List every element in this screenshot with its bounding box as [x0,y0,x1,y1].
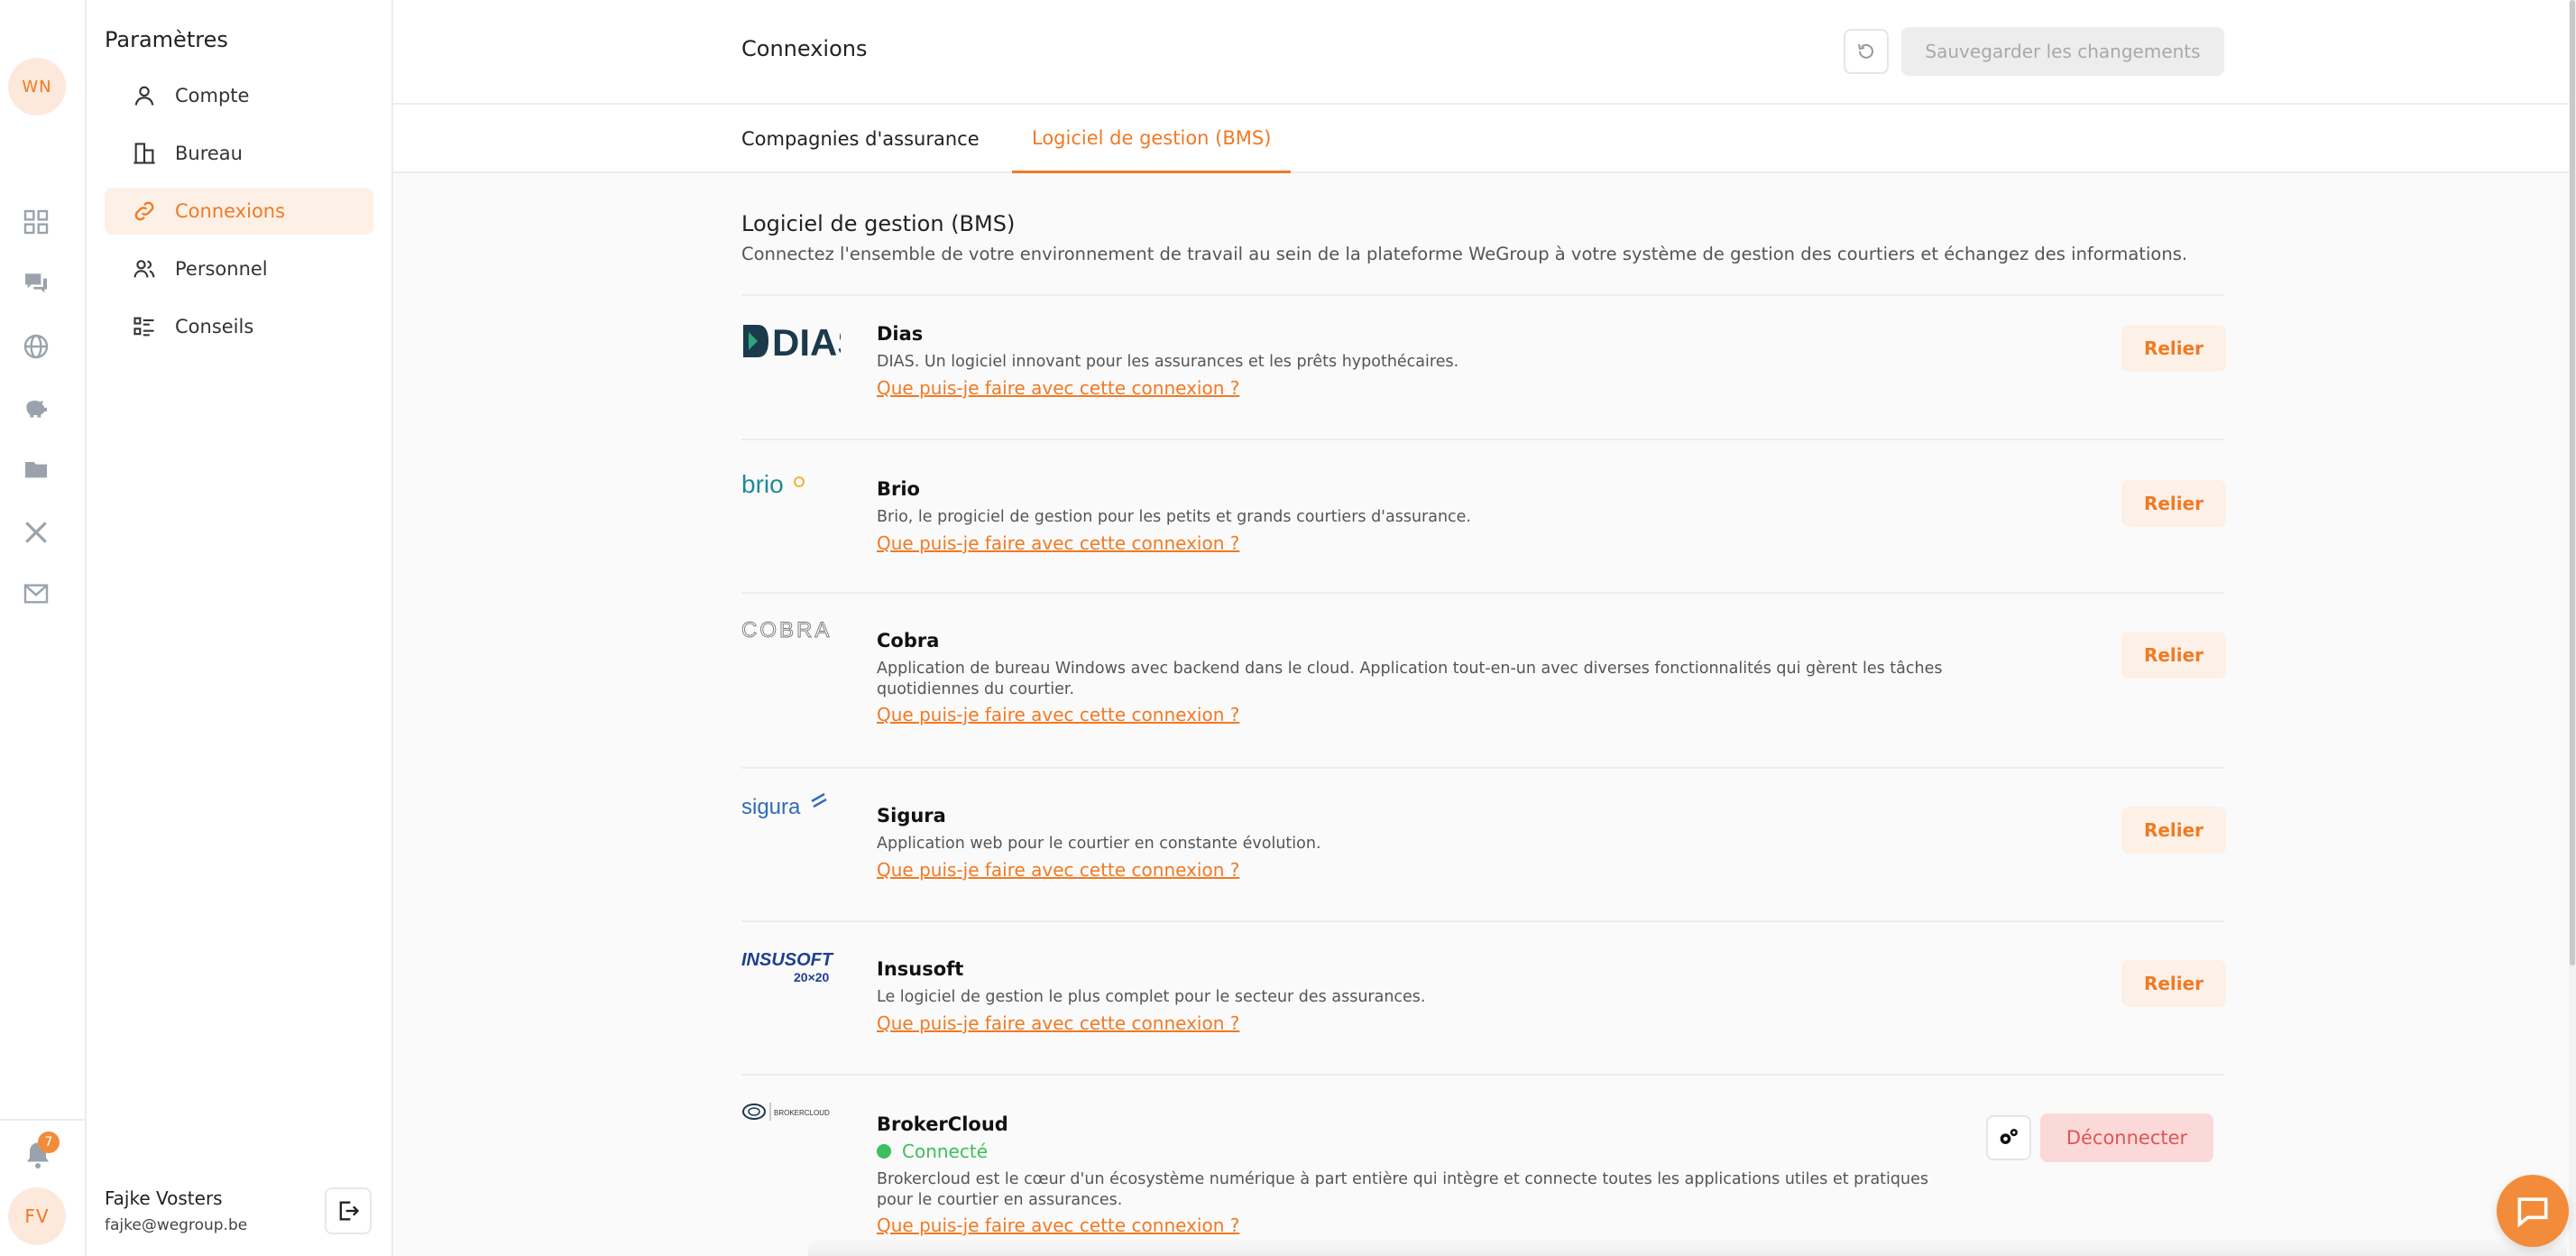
integration-row-dias: DIAS Dias DIAS. Un logiciel innovant pou… [741,294,2226,399]
sigura-logo: sigura [741,787,841,830]
connect-button[interactable]: Relier [2121,632,2226,679]
main-content: Connexions Sauvegarder les changements C… [393,0,2576,1256]
integration-description: Le logiciel de gestion le plus complet p… [877,988,1426,1006]
integration-description: Brio, le progiciel de gestion pour les p… [877,508,1471,526]
integration-description: Application de bureau Windows avec backe… [877,660,1943,698]
sidebar-item-label: Bureau [175,143,243,164]
support-chat-button[interactable] [2497,1175,2569,1247]
save-changes-button[interactable]: Sauvegarder les changements [1901,27,2224,76]
insusoft-logo: INSUSOFT 20×20 [741,942,841,985]
integration-row-insusoft: INSUSOFT 20×20 Insusoft Le logiciel de g… [741,920,2226,1034]
connect-button[interactable]: Relier [2121,480,2226,527]
undo-button[interactable] [1844,29,1889,74]
connected-status: Connecté [877,1141,988,1162]
folder-icon[interactable] [20,453,52,485]
insusoft-logo-subtext: 20×20 [794,970,830,984]
brio-logo: brio [741,466,841,509]
connect-button[interactable]: Relier [2121,807,2226,854]
undo-icon [1858,43,1873,59]
gears-icon [2000,1129,2018,1144]
cobra-logo-text: COBRA [741,618,832,642]
integration-info-link[interactable]: Que puis-je faire avec cette connexion ? [877,532,1239,554]
sidebar-item-label: Conseils [175,316,254,337]
piggy-bank-icon[interactable] [20,392,52,424]
integration-info-link[interactable]: Que puis-je faire avec cette connexion ? [877,1214,1239,1236]
integration-info-link[interactable]: Que puis-je faire avec cette connexion ? [877,859,1239,881]
tab-bar: Compagnies d'assurance Logiciel de gesti… [393,105,2576,173]
cobra-logo: COBRA [741,614,841,657]
checklist-icon [133,317,154,337]
settings-title: Paramètres [105,27,228,52]
mail-icon[interactable] [20,577,52,610]
connect-button[interactable]: Relier [2121,960,2226,1007]
status-dot [877,1144,891,1159]
rail-divider [0,1119,87,1121]
integration-description: DIAS. Un logiciel innovant pour les assu… [877,353,1459,371]
sidebar-item-compte[interactable]: Compte [105,72,373,119]
integration-name: Insusoft [877,958,964,980]
integration-name: Sigura [877,805,946,827]
chat-icon[interactable] [20,267,52,300]
sidebar-item-bureau[interactable]: Bureau [105,130,373,177]
integration-row-brio: brio Brio Brio, le progiciel de gestion … [741,439,2226,554]
tools-icon[interactable] [20,516,52,549]
globe-icon[interactable] [20,330,52,363]
chat-bubble-icon [2517,1197,2548,1228]
logout-icon [339,1201,360,1221]
page-header: Connexions Sauvegarder les changements [393,0,2576,105]
people-icon [133,260,155,278]
integration-info-link[interactable]: Que puis-je faire avec cette connexion ? [877,704,1239,725]
user-avatar[interactable]: FV [8,1187,66,1245]
brokercloud-logo: BROKERCLOUD [741,1099,841,1142]
integration-name: BrokerCloud [877,1113,1008,1135]
user-name: Fajke Vosters [105,1187,223,1209]
section-title: Logiciel de gestion (BMS) [741,211,1016,236]
grid-icon[interactable] [20,206,52,238]
integration-name: Dias [877,323,924,345]
bottom-fade [808,1238,2567,1256]
sidebar-item-label: Personnel [175,258,268,280]
section-subtitle: Connectez l'ensemble de votre environnem… [741,244,2188,264]
page-scrollbar[interactable] [2569,0,2576,1256]
sidebar-item-conseils[interactable]: Conseils [105,303,373,350]
tab-insurance-companies[interactable]: Compagnies d'assurance [722,105,999,173]
integration-name: Cobra [877,630,940,651]
user-icon [134,86,154,106]
icon-rail: WN 7 FV [0,0,87,1256]
brio-logo-text: brio [741,470,784,498]
integration-description: Application web pour le courtier en cons… [877,835,1321,853]
insusoft-logo-text: INSUSOFT [741,950,834,970]
sidebar-item-connexions[interactable]: Connexions [105,188,373,235]
user-email: fajke@wegroup.be [105,1216,248,1234]
integration-info-link[interactable]: Que puis-je faire avec cette connexion ? [877,377,1239,399]
integration-description: Brokercloud est le cœur d'un écosystème … [877,1170,1928,1209]
page-title: Connexions [741,36,868,61]
disconnect-button[interactable]: Déconnecter [2040,1113,2213,1162]
integration-row-brokercloud: BROKERCLOUD BrokerCloud Connecté Brokerc… [741,1074,2224,1236]
dias-logo: DIAS [741,319,841,363]
brokercloud-logo-text: BROKERCLOUD [774,1109,830,1117]
scrollbar-thumb[interactable] [2570,0,2575,965]
sidebar-item-label: Connexions [175,200,286,222]
integration-info-link[interactable]: Que puis-je faire avec cette connexion ? [877,1012,1239,1034]
link-icon [134,201,154,221]
notification-badge: 7 [38,1131,60,1153]
integration-row-cobra: COBRA Cobra Application de bureau Window… [741,592,2226,725]
dias-logo-text: DIAS [772,321,841,363]
workspace-avatar[interactable]: WN [8,58,66,115]
logout-button[interactable] [325,1187,372,1234]
connect-button[interactable]: Relier [2121,325,2226,372]
building-icon [133,143,155,164]
settings-sidebar: Paramètres Compte Bureau Connexions Pers… [87,0,393,1256]
integration-row-sigura: sigura Sigura Application web pour le co… [741,767,2226,881]
sigura-logo-text: sigura [741,795,801,819]
status-label: Connecté [902,1141,988,1162]
sidebar-item-label: Compte [175,85,250,106]
tab-bms[interactable]: Logiciel de gestion (BMS) [1012,105,1292,173]
sidebar-item-personnel[interactable]: Personnel [105,245,373,292]
settings-button[interactable] [1986,1115,2031,1160]
integration-name: Brio [877,478,920,500]
